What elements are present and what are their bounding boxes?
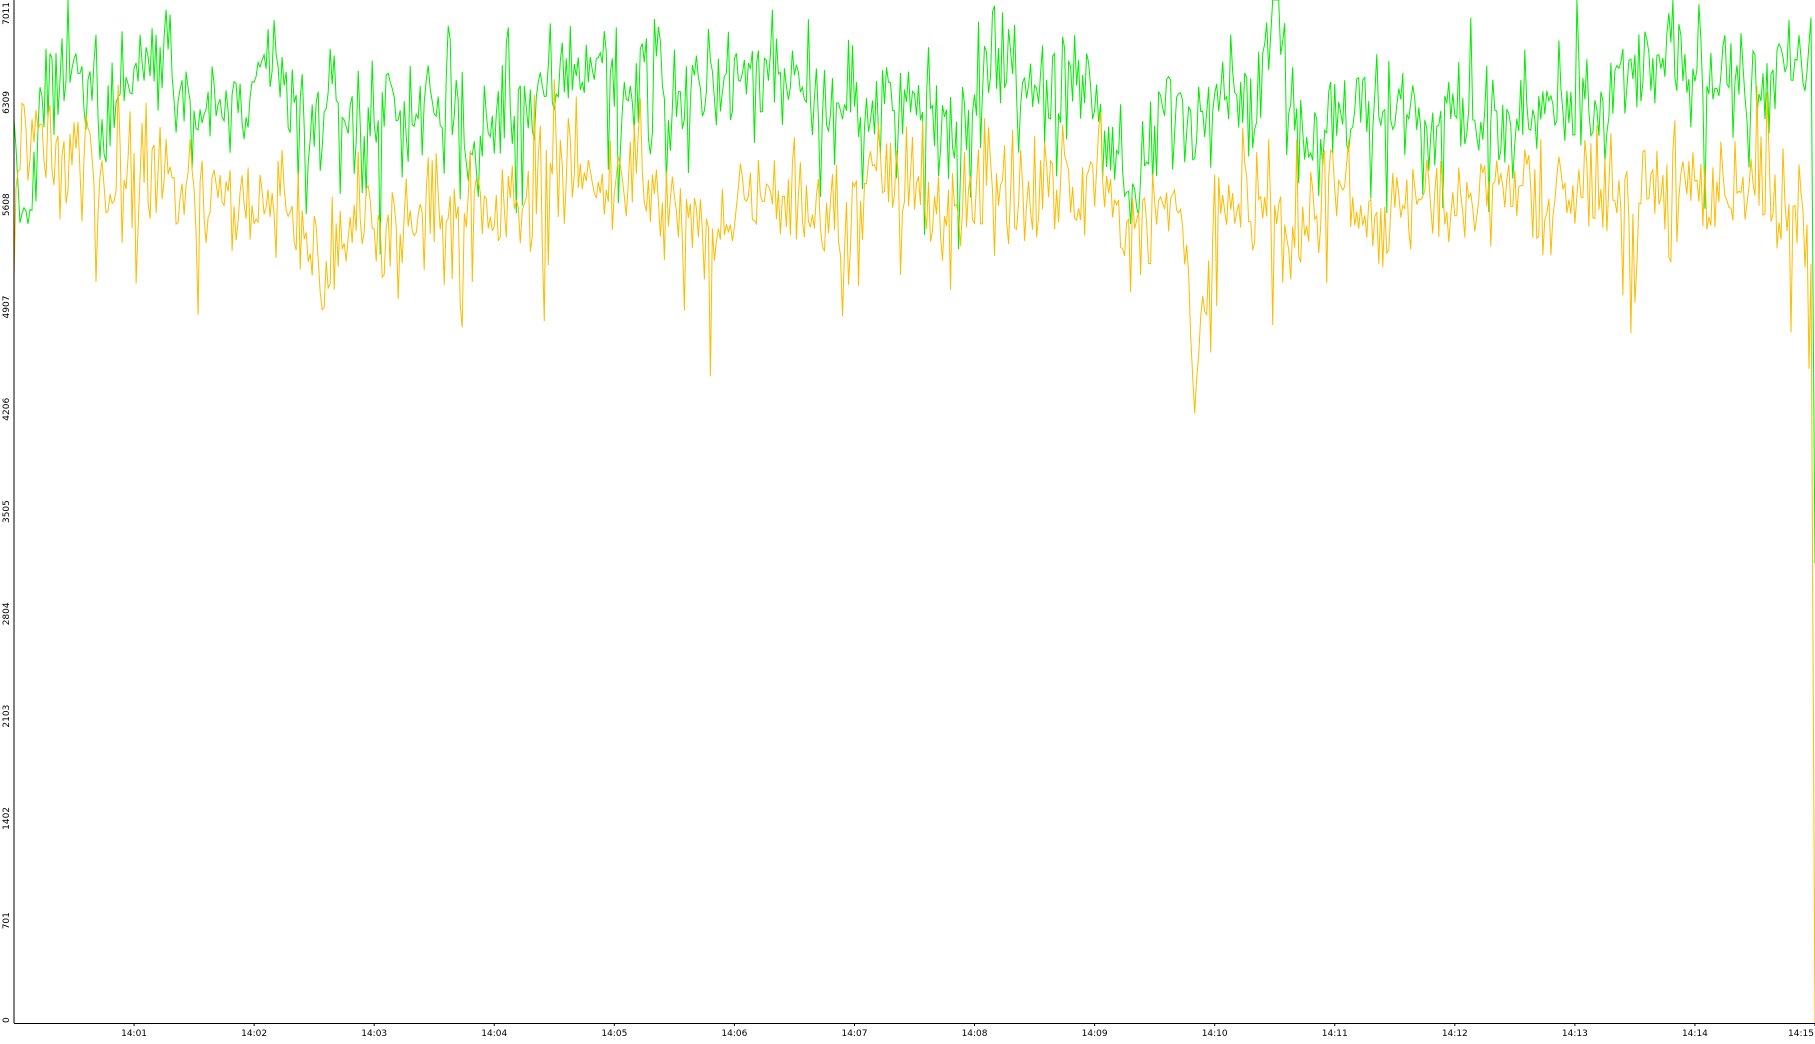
y-tick-label: 6309 — [2, 91, 12, 114]
x-tick-label: 14:10 — [1202, 1029, 1228, 1039]
y-tick-label: 4206 — [2, 398, 12, 421]
y-tick-label: 1402 — [2, 807, 12, 830]
x-tick-label: 14:01 — [121, 1029, 147, 1039]
x-tick-label: 14:06 — [721, 1029, 747, 1039]
line-chart: 0 701 1402 2103 2804 3505 4206 4907 5608 6309 7011… — [0, 0, 1815, 1039]
x-tick-label: 14:14 — [1682, 1029, 1708, 1039]
y-tick-label: 7011 — [2, 2, 12, 25]
x-tick-label: 14:08 — [962, 1029, 988, 1039]
series-layer — [13, 0, 1815, 1024]
x-tick-label: 14:15 — [1788, 1029, 1814, 1039]
y-tick-label: 2804 — [2, 602, 12, 625]
x-tick-label: 14:09 — [1082, 1029, 1108, 1039]
x-axis-ticks: 14:01 14:02 14:03 14:04 14:05 14:06 14:07 14:08… — [121, 1023, 1815, 1039]
y-tick-label: 2103 — [2, 705, 12, 728]
series-line-2 — [13, 79, 1815, 1024]
axis-layer: 0 701 1402 2103 2804 3505 4206 4907 5608 6309 7011… — [2, 0, 1815, 1039]
x-tick-label: 14:04 — [481, 1029, 507, 1039]
y-tick-label: 4907 — [2, 296, 12, 319]
x-tick-label: 14:11 — [1322, 1029, 1348, 1039]
y-tick-label: 701 — [2, 912, 12, 929]
x-tick-label: 14:05 — [601, 1029, 627, 1039]
y-tick-label: 0 — [2, 1017, 12, 1023]
x-tick-label: 14:02 — [241, 1029, 267, 1039]
y-axis-ticks: 0 701 1402 2103 2804 3505 4206 4907 5608 6309 7011 — [2, 2, 12, 1023]
y-tick-label: 3505 — [2, 500, 12, 523]
y-tick-label: 5608 — [2, 193, 12, 216]
series-line-1 — [13, 0, 1815, 564]
x-tick-label: 14:07 — [841, 1029, 867, 1039]
x-tick-label: 14:12 — [1442, 1029, 1468, 1039]
x-tick-label: 14:13 — [1562, 1029, 1588, 1039]
chart-svg: 0 701 1402 2103 2804 3505 4206 4907 5608 6309 7011… — [0, 0, 1815, 1039]
x-tick-label: 14:03 — [361, 1029, 387, 1039]
